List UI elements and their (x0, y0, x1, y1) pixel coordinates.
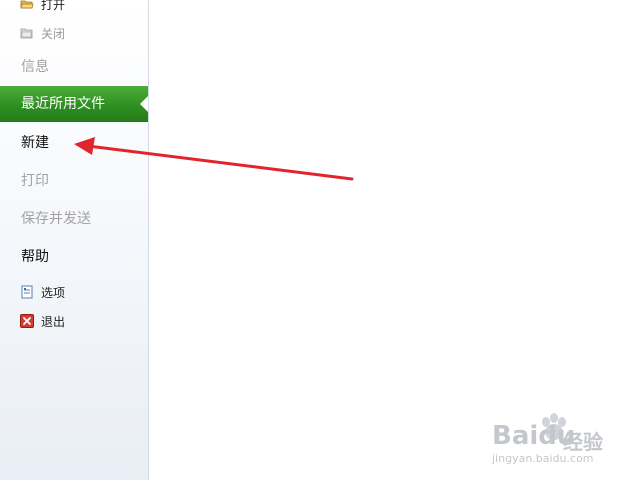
menu-item-open[interactable]: 打开 (20, 0, 65, 14)
folder-close-icon (20, 26, 34, 40)
menu-item-info[interactable]: 信息 (21, 55, 49, 79)
exit-x-icon (20, 314, 34, 328)
menu-item-open-label: 打开 (41, 0, 66, 12)
menu-item-options[interactable]: 选项 (20, 282, 65, 302)
menu-item-help[interactable]: 帮助 (21, 245, 49, 269)
menu-item-new[interactable]: 新建 (21, 131, 49, 155)
menu-item-exit[interactable]: 退出 (20, 311, 65, 331)
menu-item-save-send[interactable]: 保存并发送 (21, 207, 91, 231)
selected-notch (140, 96, 148, 112)
watermark-jingyan: 经验 (563, 430, 603, 454)
menu-item-recent[interactable]: 最近所用文件 (0, 86, 148, 122)
menu-item-print[interactable]: 打印 (21, 169, 49, 193)
options-doc-icon (20, 285, 34, 299)
menu-item-close-label: 关闭 (41, 26, 66, 41)
backstage-sidebar: 打开 关闭 信息 最近所用文件 新建 打印 保存并发送 帮助 选项 退出 (0, 0, 149, 480)
folder-open-icon (20, 0, 34, 11)
menu-item-recent-label: 最近所用文件 (21, 96, 105, 112)
menu-item-close[interactable]: 关闭 (20, 23, 65, 43)
watermark-url: jingyan.baidu.com (492, 452, 594, 465)
menu-item-options-label: 选项 (41, 285, 66, 300)
menu-item-exit-label: 退出 (41, 314, 66, 329)
